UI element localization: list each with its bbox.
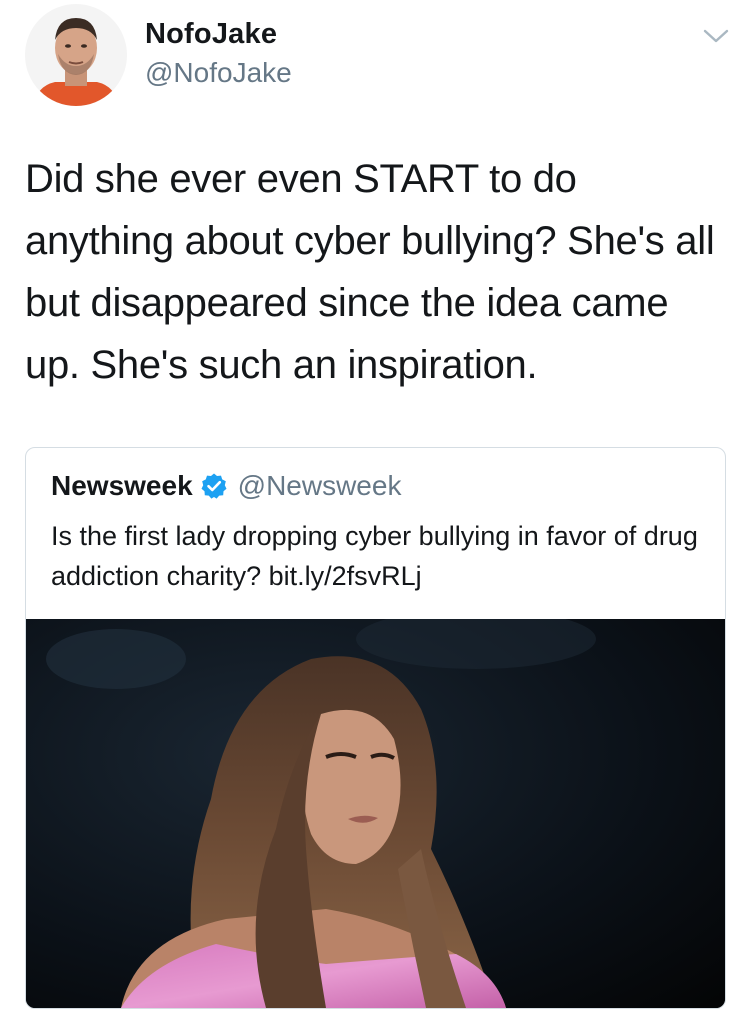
user-handle[interactable]: @NofoJake [145,57,292,89]
quoted-tweet-card[interactable]: Newsweek @Newsweek Is the first lady dro… [25,447,726,1009]
quoted-user-handle: @Newsweek [237,470,402,501]
chevron-down-icon[interactable] [702,26,730,46]
quoted-display-name: Newsweek [51,470,193,501]
quoted-tweet-text: Is the first lady dropping cyber bullyin… [51,521,698,591]
verified-badge-icon [200,472,228,500]
avatar[interactable] [25,4,127,106]
display-name[interactable]: NofoJake [145,18,277,51]
tweet-text: Did she ever even START to do anything a… [25,157,715,387]
quoted-tweet-photo[interactable] [26,619,725,1008]
tweet: NofoJake @NofoJake Did she ever even STA… [0,0,750,1009]
quoted-tweet-header: Newsweek @Newsweek [51,469,401,503]
